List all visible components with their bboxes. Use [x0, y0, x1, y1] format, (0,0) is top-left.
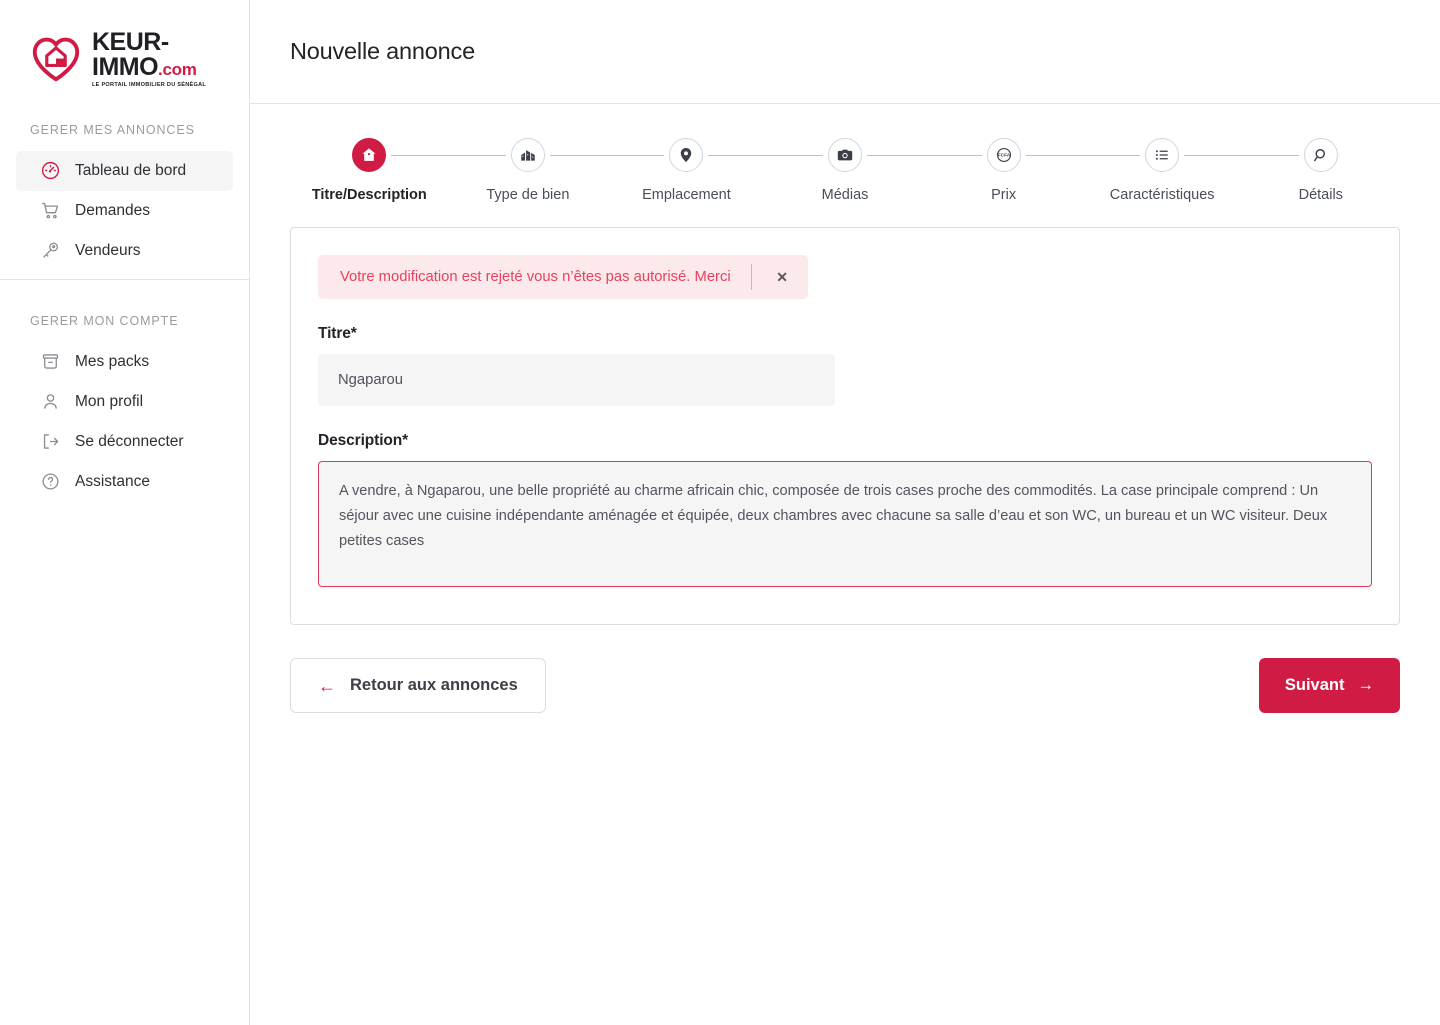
key-icon — [40, 240, 61, 261]
close-icon[interactable]: ✕ — [768, 270, 796, 284]
search-icon — [1303, 138, 1338, 172]
sidebar-item-label: Mes packs — [75, 352, 150, 370]
sidebar-item-label: Demandes — [75, 201, 150, 219]
user-icon — [40, 391, 61, 412]
map-pin-icon — [669, 138, 704, 172]
step-label: Caractéristiques — [1109, 187, 1215, 203]
next-button[interactable]: Suivant → — [1258, 658, 1400, 713]
sidebar-item-label: Assistance — [75, 472, 150, 490]
sidebar-item-label: Mon profil — [75, 392, 144, 410]
arrow-left-icon: ← — [318, 675, 336, 696]
step-caracteristiques[interactable]: Caractéristiques — [1082, 138, 1242, 203]
sidebar-item-assistance[interactable]: Assistance — [16, 462, 233, 502]
fcfa-icon: FCFA — [986, 138, 1021, 172]
step-connector — [1184, 155, 1242, 156]
camera-icon — [828, 138, 863, 172]
page-title: Nouvelle annonce — [290, 38, 475, 64]
sidebar-item-label: Vendeurs — [75, 241, 141, 259]
back-button-label: Retour aux annonces — [350, 676, 518, 694]
step-emplacement[interactable]: Emplacement — [607, 138, 766, 203]
step-details[interactable]: Détails — [1241, 138, 1400, 203]
brand-name-suffix: .com — [158, 60, 197, 79]
sidebar-item-tableau-de-bord[interactable]: Tableau de bord — [16, 150, 233, 191]
shopping-cart-icon — [40, 200, 61, 221]
step-connector — [448, 155, 506, 156]
nav-heading-compte: GERER MON COMPTE — [30, 313, 179, 328]
step-titre-description[interactable]: Titre/Description — [290, 138, 449, 203]
step-label: Détails — [1298, 187, 1343, 203]
alert-divider — [751, 264, 753, 290]
step-connector — [1241, 155, 1299, 156]
step-connector — [708, 155, 766, 156]
page-header: Nouvelle annonce — [250, 0, 1440, 104]
titre-label: Titre* — [318, 325, 357, 342]
arrow-right-icon: → — [1357, 676, 1375, 694]
sidebar-item-mon-profil[interactable]: Mon profil — [16, 382, 233, 422]
description-textarea[interactable] — [318, 461, 1372, 587]
building-icon — [510, 138, 545, 172]
brand-name-line2: IMMO — [92, 53, 159, 81]
step-connector — [607, 155, 665, 156]
step-connector — [867, 155, 925, 156]
titre-input[interactable] — [318, 354, 835, 406]
step-connector — [924, 155, 982, 156]
heart-house-icon — [30, 35, 82, 83]
step-connector — [1025, 155, 1083, 156]
nav-section-annonces: GERER MES ANNONCES Tableau de bord Deman… — [0, 123, 249, 279]
step-prix[interactable]: FCFA Prix — [924, 138, 1083, 203]
description-label: Description* — [318, 432, 409, 449]
back-to-listings-button[interactable]: ← Retour aux annonces — [290, 658, 546, 713]
svg-text:FCFA: FCFA — [997, 153, 1010, 159]
sidebar-item-mes-packs[interactable]: Mes packs — [16, 342, 233, 382]
brand-tagline: LE PORTAIL IMMOBILIER DU SÉNÉGAL — [92, 82, 207, 88]
sidebar-item-label: Se déconnecter — [75, 432, 184, 450]
step-connector — [391, 155, 449, 156]
speedometer-icon — [40, 160, 61, 181]
nav-heading-annonces: GERER MES ANNONCES — [30, 122, 195, 137]
step-label: Médias — [821, 187, 869, 203]
field-description: Description* — [318, 432, 1372, 592]
list-icon — [1145, 138, 1180, 172]
step-type-de-bien[interactable]: Type de bien — [448, 138, 608, 203]
brand-wordmark: KEUR- IMMO .com LE PORTAIL IMMOBILIER DU… — [92, 30, 206, 89]
brand-logo[interactable]: KEUR- IMMO .com LE PORTAIL IMMOBILIER DU… — [0, 0, 249, 89]
form-card: Votre modification est rejeté vous n’ête… — [290, 227, 1400, 625]
app-root: KEUR- IMMO .com LE PORTAIL IMMOBILIER DU… — [0, 0, 1440, 1025]
step-medias[interactable]: Médias — [765, 138, 925, 203]
error-alert: Votre modification est rejeté vous n’ête… — [318, 255, 808, 299]
field-titre: Titre* — [318, 325, 1372, 406]
form-actions: ← Retour aux annonces Suivant → — [290, 658, 1400, 713]
question-circle-icon — [40, 471, 61, 492]
step-label: Prix — [991, 187, 1017, 203]
step-label: Type de bien — [486, 187, 570, 203]
step-connector — [549, 155, 608, 156]
sidebar: KEUR- IMMO .com LE PORTAIL IMMOBILIER DU… — [0, 0, 250, 1025]
next-button-label: Suivant — [1284, 676, 1345, 694]
alert-message: Votre modification est rejeté vous n’ête… — [340, 269, 731, 285]
main-content: Nouvelle annonce Titre/Description Type … — [250, 0, 1440, 1025]
sidebar-item-se-deconnecter[interactable]: Se déconnecter — [16, 422, 233, 462]
sidebar-item-demandes[interactable]: Demandes — [16, 191, 233, 231]
sidebar-item-label: Tableau de bord — [75, 161, 187, 179]
step-label: Titre/Description — [311, 187, 427, 203]
home-icon — [352, 138, 387, 172]
brand-name-line1: KEUR- — [92, 28, 169, 56]
logout-icon — [40, 431, 61, 452]
step-label: Emplacement — [642, 187, 731, 203]
stepper: Titre/Description Type de bien Emplaceme… — [250, 104, 1440, 203]
sidebar-item-vendeurs[interactable]: Vendeurs — [16, 231, 233, 271]
nav-section-compte: GERER MON COMPTE Mes packs Mon profil Se… — [0, 278, 249, 502]
box-icon — [40, 351, 61, 372]
step-connector — [1082, 155, 1141, 156]
step-connector — [765, 155, 824, 156]
